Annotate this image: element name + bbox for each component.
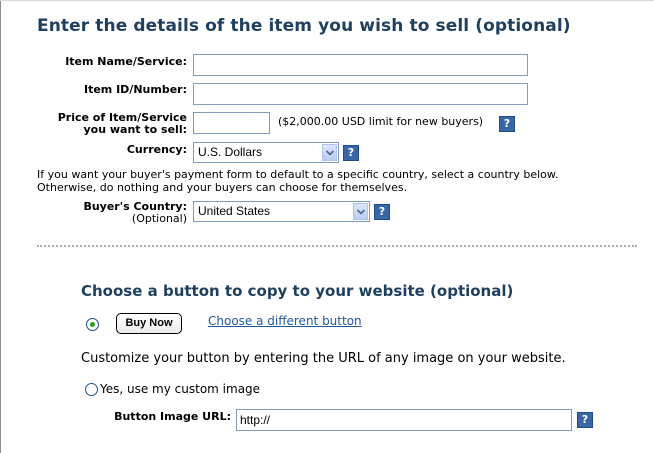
item-name-input[interactable]: [193, 54, 528, 76]
currency-select[interactable]: U.S. Dollars: [193, 142, 339, 163]
item-id-label: Item ID/Number:: [83, 83, 187, 96]
buyer-country-help-icon[interactable]: ?: [374, 204, 390, 220]
country-info-line2: Otherwise, do nothing and your buyers ca…: [37, 181, 408, 194]
item-details-heading: Enter the details of the item you wish t…: [37, 16, 571, 36]
default-button-radio[interactable]: [86, 318, 99, 331]
buyer-country-label: Buyer's Country: (Optional): [83, 201, 187, 225]
window-left-border: [0, 0, 1, 453]
section-divider: [37, 245, 637, 247]
customize-instructions: Customize your button by entering the UR…: [81, 351, 566, 366]
currency-selected-value: U.S. Dollars: [198, 145, 263, 159]
country-info-line1: If you want your buyer's payment form to…: [37, 168, 559, 181]
choose-different-button-link[interactable]: Choose a different button: [208, 314, 362, 328]
choose-button-heading: Choose a button to copy to your website …: [81, 282, 514, 300]
image-url-help-icon[interactable]: ?: [577, 412, 593, 428]
buyer-country-optional-text: (Optional): [131, 212, 187, 225]
buyer-country-select[interactable]: United States: [193, 201, 370, 222]
item-id-input[interactable]: [193, 83, 528, 105]
price-limit-note: ($2,000.00 USD limit for new buyers): [278, 115, 484, 128]
buy-now-button-preview[interactable]: Buy Now: [116, 313, 182, 334]
custom-image-radio-label[interactable]: Yes, use my custom image: [100, 382, 260, 396]
price-label: Price of Item/Service you want to sell:: [58, 112, 187, 136]
chevron-down-icon[interactable]: [353, 203, 368, 220]
window-top-border: [0, 0, 654, 1]
item-name-label: Item Name/Service:: [65, 55, 187, 68]
buyer-country-selected-value: United States: [198, 204, 271, 218]
currency-label: Currency:: [126, 143, 187, 156]
button-image-url-label: Button Image URL:: [114, 410, 231, 423]
currency-help-icon[interactable]: ?: [343, 145, 359, 161]
price-input[interactable]: [193, 112, 270, 134]
button-image-url-input[interactable]: [236, 409, 572, 431]
chevron-down-icon[interactable]: [322, 144, 337, 161]
price-label-line2: you want to sell:: [83, 123, 188, 136]
price-help-icon[interactable]: ?: [499, 116, 515, 132]
radio-selected-dot: [90, 322, 95, 327]
custom-image-radio[interactable]: [85, 383, 98, 396]
